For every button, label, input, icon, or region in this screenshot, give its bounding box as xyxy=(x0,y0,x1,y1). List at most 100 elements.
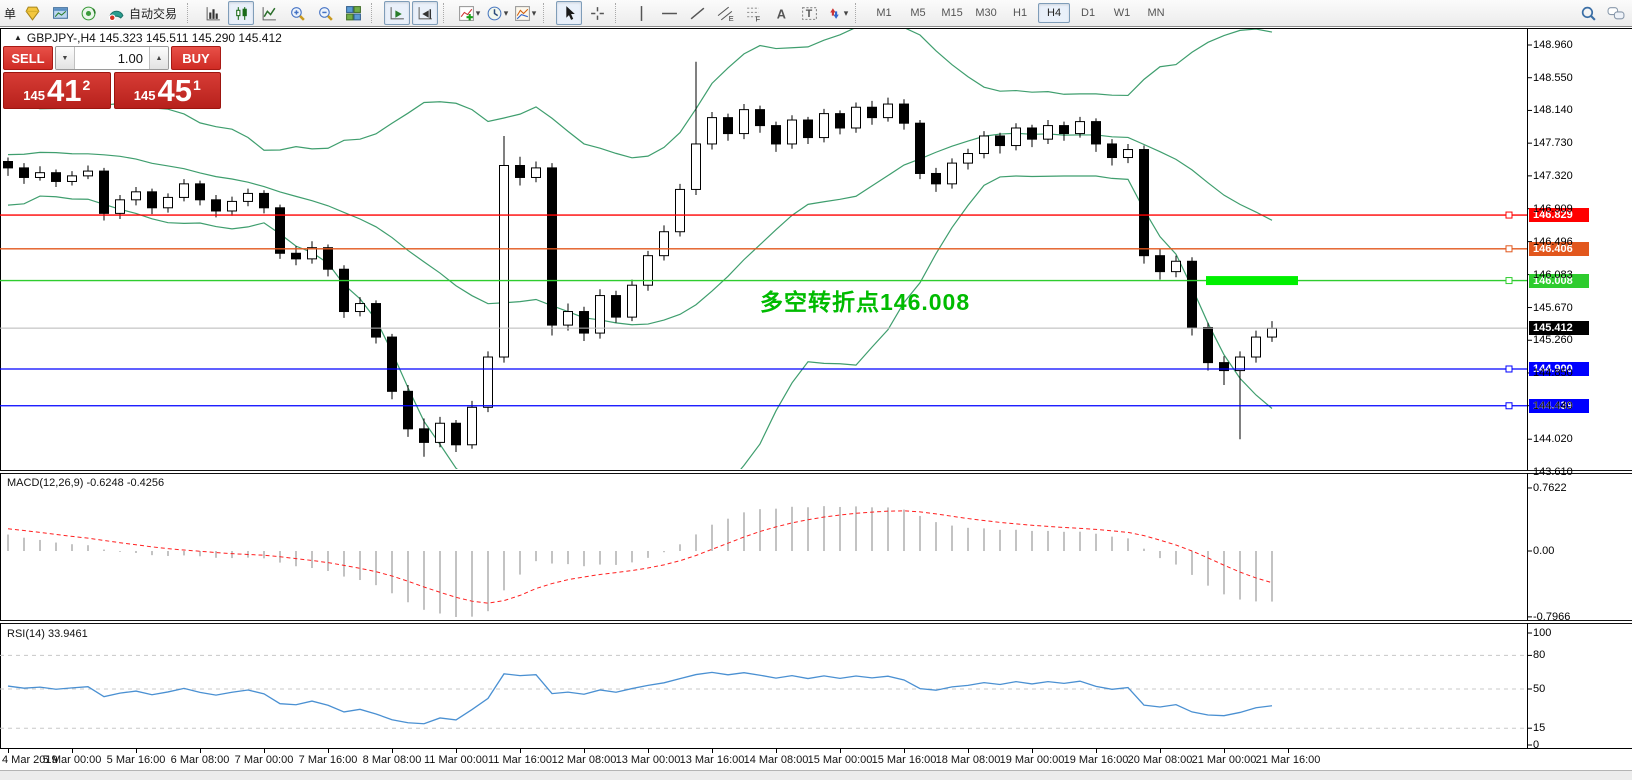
candle xyxy=(804,117,813,144)
timeframe-h1[interactable]: H1 xyxy=(1004,3,1036,23)
candle xyxy=(996,133,1005,154)
text-label-icon[interactable]: T xyxy=(796,1,822,25)
symbol-ohlc-line: ▲ GBPJPY-,H4 145.323 145.511 145.290 145.… xyxy=(14,31,282,45)
time-axis-tick xyxy=(968,749,969,753)
zoom-in-icon[interactable] xyxy=(284,1,310,25)
autotrading-label: 自动交易 xyxy=(129,5,177,22)
svg-text:A: A xyxy=(776,6,785,21)
sell-button[interactable]: SELL xyxy=(3,46,53,70)
candle xyxy=(900,99,909,129)
indicators-icon[interactable]: ▾ xyxy=(456,1,482,25)
timeframe-m30[interactable]: M30 xyxy=(970,3,1002,23)
time-axis-tick xyxy=(840,749,841,753)
timeframe-m1[interactable]: M1 xyxy=(868,3,900,23)
macd-signal-line xyxy=(8,511,1272,603)
new-order-icon[interactable] xyxy=(19,1,45,25)
time-axis-label: 15 Mar 00:00 xyxy=(808,754,873,766)
candle xyxy=(180,179,189,201)
horizontal-line-object[interactable] xyxy=(0,246,1527,252)
charts-window-icon[interactable] xyxy=(47,1,73,25)
sell-price-panel[interactable]: 145412 xyxy=(3,72,111,109)
macd-panel xyxy=(0,473,1632,620)
horizontal-line-icon[interactable] xyxy=(656,1,682,25)
candle xyxy=(660,225,669,260)
search-icon[interactable] xyxy=(1575,1,1601,25)
candle xyxy=(420,418,429,456)
timeframe-mn[interactable]: MN xyxy=(1140,3,1172,23)
candlestick-mode-icon[interactable] xyxy=(228,1,254,25)
candle xyxy=(356,297,365,316)
bar-chart-mode-icon[interactable] xyxy=(200,1,226,25)
crosshair-icon[interactable] xyxy=(584,1,610,25)
periods-icon[interactable]: ▾ xyxy=(484,1,510,25)
svg-text:T: T xyxy=(805,8,812,20)
new-order-label[interactable]: 单 xyxy=(4,5,16,22)
horizontal-line-object[interactable] xyxy=(0,366,1527,372)
candle xyxy=(836,110,845,134)
volume-decrease-button[interactable]: ▼ xyxy=(56,47,75,69)
strategy-tester-icon[interactable] xyxy=(75,1,101,25)
autotrading-button[interactable]: 自动交易 xyxy=(102,3,183,24)
trendline-icon[interactable] xyxy=(684,1,710,25)
text-icon[interactable]: A xyxy=(768,1,794,25)
sell-big-figure: 145 xyxy=(23,88,45,103)
cursor-icon[interactable] xyxy=(556,1,582,25)
volume-input[interactable] xyxy=(75,47,149,69)
candle xyxy=(692,62,701,195)
time-axis-tick xyxy=(776,749,777,753)
buy-price-panel[interactable]: 145451 xyxy=(114,72,222,109)
tile-windows-icon[interactable] xyxy=(340,1,366,25)
candle xyxy=(676,184,685,237)
fibonacci-icon[interactable]: F xyxy=(740,1,766,25)
candle xyxy=(1060,122,1069,141)
time-axis-tick xyxy=(1224,749,1225,753)
macd-histogram xyxy=(8,506,1272,617)
horizontal-line-object[interactable] xyxy=(0,403,1527,409)
candle xyxy=(884,98,893,122)
candle xyxy=(452,420,461,452)
timeframe-m15[interactable]: M15 xyxy=(936,3,968,23)
time-axis-label: 20 Mar 08:00 xyxy=(1128,754,1193,766)
line-chart-mode-icon[interactable] xyxy=(256,1,282,25)
auto-scroll-icon[interactable] xyxy=(384,1,410,25)
timeframe-h4[interactable]: H4 xyxy=(1038,3,1070,23)
horizontal-line-object[interactable] xyxy=(0,212,1527,218)
one-click-panel-toggle-icon[interactable]: ▲ xyxy=(14,33,22,42)
candle xyxy=(1236,351,1245,439)
symbol-info: GBPJPY-,H4 145.323 145.511 145.290 145.4… xyxy=(27,31,282,45)
timeframe-w1[interactable]: W1 xyxy=(1106,3,1138,23)
arrows-icon[interactable]: ▾ xyxy=(824,1,850,25)
svg-text:E: E xyxy=(728,13,733,21)
candle xyxy=(708,112,717,150)
time-axis-label: 18 Mar 08:00 xyxy=(936,754,1001,766)
candle xyxy=(52,169,61,187)
candle xyxy=(1140,146,1149,264)
time-axis-tick xyxy=(712,749,713,753)
buy-button[interactable]: BUY xyxy=(171,46,221,70)
time-axis-label: 15 Mar 16:00 xyxy=(872,754,937,766)
time-axis[interactable]: 4 Mar 20195 Mar 00:005 Mar 16:006 Mar 08… xyxy=(0,748,1632,769)
zoom-out-icon[interactable] xyxy=(312,1,338,25)
timeframe-d1[interactable]: D1 xyxy=(1072,3,1104,23)
candle xyxy=(228,197,237,216)
candle xyxy=(628,280,637,321)
sell-pips: 41 xyxy=(47,76,81,106)
timeframe-m5[interactable]: M5 xyxy=(902,3,934,23)
candle xyxy=(868,101,877,125)
candle xyxy=(308,241,317,263)
candle xyxy=(132,187,141,205)
vertical-line-icon[interactable] xyxy=(628,1,654,25)
candle xyxy=(260,190,269,213)
equidistant-channel-icon[interactable]: E xyxy=(712,1,738,25)
candle xyxy=(244,189,253,207)
time-axis-tick xyxy=(264,749,265,753)
candle xyxy=(1108,139,1117,165)
candle xyxy=(612,291,621,323)
templates-icon[interactable]: ▾ xyxy=(512,1,538,25)
time-axis-tick xyxy=(648,749,649,753)
volume-increase-button[interactable]: ▲ xyxy=(149,47,168,69)
time-axis-label: 14 Mar 08:00 xyxy=(744,754,809,766)
chat-icon[interactable] xyxy=(1603,1,1629,25)
chart-shift-icon[interactable] xyxy=(412,1,438,25)
time-axis-label: 21 Mar 16:00 xyxy=(1256,754,1321,766)
